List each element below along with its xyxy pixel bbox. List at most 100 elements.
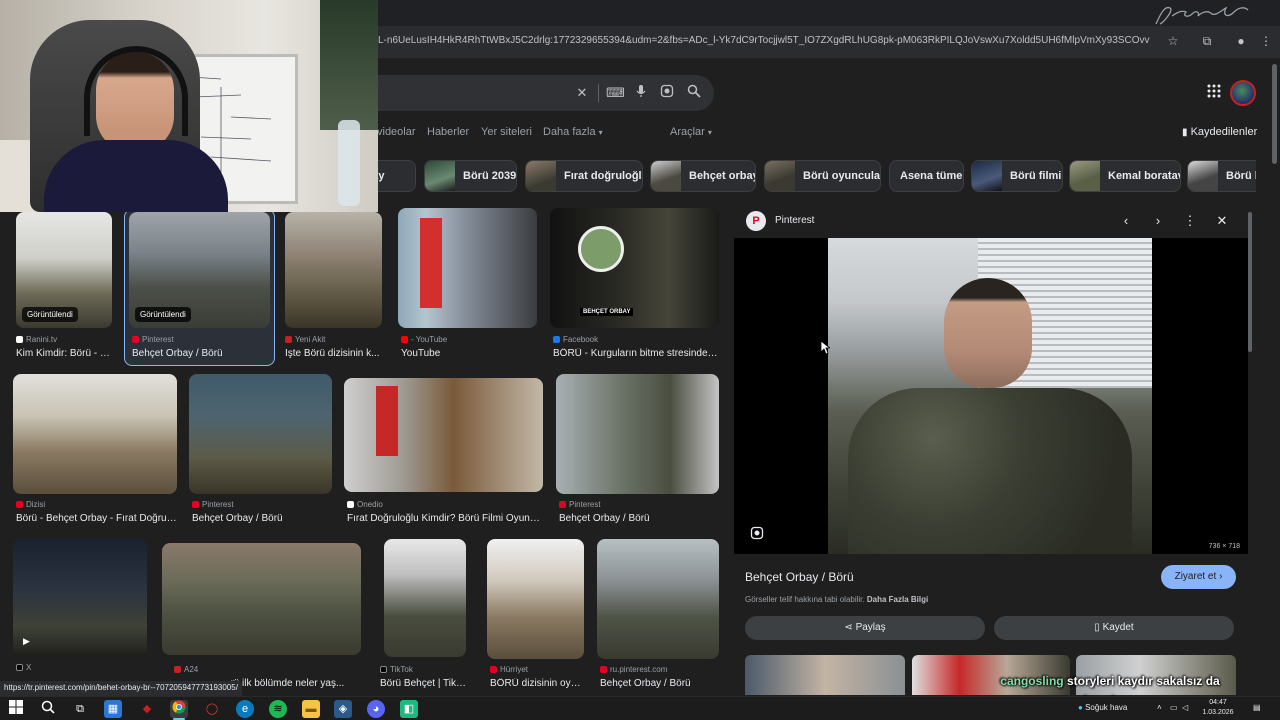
chip-kemal-boratav[interactable]: Kemal boratav — [1069, 160, 1181, 192]
account-avatar[interactable] — [1230, 80, 1256, 106]
result-title[interactable]: Behçet Orbay / Börü — [600, 678, 719, 689]
panel-scrollbar[interactable] — [1248, 212, 1252, 352]
result-title[interactable]: BÖRÜ dizisinin oyu... — [490, 678, 584, 689]
result-title[interactable]: Behçet Orbay / Börü — [132, 348, 270, 359]
result-title[interactable]: Börü Behçet | TikTok — [380, 678, 468, 689]
result-title[interactable]: BÖRÜ - Kurguların bitme stresinden... — [553, 348, 719, 359]
result-title[interactable]: Börü - Behçet Orbay - Fırat Doğrul... — [16, 513, 177, 524]
clear-icon[interactable]: ✕ — [573, 84, 591, 102]
menu-icon[interactable]: ⋮ — [1258, 33, 1274, 49]
result-card[interactable]: Onedio Fırat Doğruloğlu Kimdir? Börü Fil… — [344, 378, 543, 524]
result-title[interactable]: ...rü ilk bölümde neler yaş... — [222, 678, 361, 689]
more-info-link[interactable]: Daha Fazla Bilgi — [867, 595, 928, 604]
result-title[interactable]: İşte Börü dizisinin k... — [285, 348, 382, 359]
task-view-icon[interactable]: ⧉ — [71, 700, 89, 718]
weather-widget[interactable]: ● Soğuk hava — [1078, 703, 1127, 712]
share-button[interactable]: ⋖ Paylaş — [745, 616, 985, 640]
result-image[interactable] — [597, 539, 719, 659]
result-card[interactable]: ▶ X — [13, 539, 147, 674]
preview-image[interactable]: 736 × 718 — [734, 238, 1248, 554]
result-card[interactable]: Hürriyet BÖRÜ dizisinin oyu... — [487, 539, 584, 689]
page-scrollbar[interactable] — [1272, 64, 1277, 164]
result-card[interactable]: TikTok Börü Behçet | TikTok — [380, 539, 468, 689]
result-card[interactable]: Görüntülendi Pinterest Behçet Orbay / Bö… — [129, 212, 270, 364]
result-card[interactable]: ru.pinterest.com Behçet Orbay / Börü — [597, 539, 719, 689]
address-bar-url[interactable]: L-n6UeLusIH4HkR4RhTtWBxJ5C2drlg:17723296… — [378, 35, 1150, 46]
result-title[interactable]: Fırat Doğruloğlu Kimdir? Börü Filmi Oyun… — [347, 513, 543, 524]
result-card[interactable]: A24 ...rü ilk bölümde neler yaş... — [162, 543, 361, 689]
result-title[interactable]: YouTube — [401, 348, 537, 359]
preview-site-name[interactable]: Pinterest — [775, 215, 814, 226]
result-title[interactable]: Behçet Orbay / Börü — [192, 513, 332, 524]
profile-icon[interactable]: ● — [1233, 33, 1249, 49]
preview-title[interactable]: Behçet Orbay / Börü — [745, 570, 854, 584]
result-title[interactable]: Kim Kimdir: Börü - 7... — [16, 348, 112, 359]
star-icon[interactable]: ☆ — [1165, 33, 1181, 49]
result-card[interactable]: - YouTube YouTube — [398, 208, 537, 364]
result-image[interactable] — [556, 374, 719, 494]
chip-behcet-orbay[interactable]: Behçet orbay — [650, 160, 756, 192]
lens-icon[interactable] — [750, 526, 764, 540]
tray-overflow-icon[interactable]: ˄ — [1157, 703, 1162, 712]
store-icon[interactable]: ▦ — [104, 700, 122, 718]
result-title[interactable]: Behçet Orbay / Börü — [559, 513, 719, 524]
close-icon[interactable]: ✕ — [1213, 212, 1231, 230]
tab-websites[interactable]: Yer siteleri — [481, 126, 532, 138]
chip-firat-dogruloglu[interactable]: Fırat doğruloğlu — [525, 160, 643, 192]
apps-grid-icon[interactable] — [1205, 84, 1223, 102]
tab-videos[interactable]: videolar — [377, 126, 416, 138]
related-image[interactable] — [745, 655, 905, 695]
result-image[interactable] — [398, 208, 537, 328]
result-image[interactable] — [285, 212, 382, 328]
result-card[interactable]: Görüntülendi Ranini.tv Kim Kimdir: Börü … — [16, 212, 112, 364]
discord-icon[interactable]: ◕ — [367, 700, 385, 718]
opera-icon[interactable]: ◯ — [203, 700, 221, 718]
result-card[interactable]: Yeni Akit İşte Börü dizisinin k... — [285, 212, 382, 364]
app-icon[interactable]: ◧ — [400, 700, 418, 718]
more-options-icon[interactable]: ⋮ — [1181, 212, 1199, 230]
search-box[interactable]: ✕ ⌨ — [340, 75, 714, 111]
result-card[interactable]: Pinterest Behçet Orbay / Börü — [556, 374, 719, 524]
system-clock[interactable]: 04:47 1.03.2026 — [1196, 698, 1240, 718]
chip-asena-tumer[interactable]: Asena tümer — [889, 160, 964, 192]
chip-boru-2039[interactable]: Börü 2039 — [424, 160, 517, 192]
next-icon[interactable]: › — [1149, 212, 1167, 230]
file-explorer-icon[interactable]: ▬ — [302, 700, 320, 718]
microphone-icon[interactable] — [632, 84, 650, 102]
save-button[interactable]: ▯ Kaydet — [994, 616, 1234, 640]
keyboard-icon[interactable]: ⌨ — [606, 84, 625, 102]
network-icon[interactable]: ▭ — [1170, 703, 1178, 712]
saved-link[interactable]: ▮ Kaydedilenler — [1182, 126, 1257, 138]
result-image[interactable] — [189, 374, 332, 494]
extensions-icon[interactable]: ⧉ — [1199, 33, 1215, 49]
chip-boru-oyunculari[interactable]: Börü oyuncuları — [764, 160, 881, 192]
tab-news[interactable]: Haberler — [427, 126, 469, 138]
result-image[interactable] — [384, 539, 466, 657]
edge-icon[interactable]: e — [236, 700, 254, 718]
lens-icon[interactable] — [658, 84, 676, 102]
result-image[interactable]: Görüntülendi — [129, 212, 270, 328]
result-card[interactable]: Pinterest Behçet Orbay / Börü — [189, 374, 332, 524]
result-image[interactable] — [344, 378, 543, 492]
result-image[interactable]: BEHÇET ORBAY — [550, 208, 719, 328]
result-card[interactable]: Dizisi Börü - Behçet Orbay - Fırat Doğru… — [13, 374, 177, 524]
windows-start-icon[interactable] — [7, 700, 25, 718]
result-image[interactable] — [487, 539, 584, 659]
visit-button[interactable]: Ziyaret et › — [1161, 565, 1236, 589]
chrome-icon[interactable] — [170, 700, 188, 718]
app-icon[interactable]: ◈ — [334, 700, 352, 718]
previous-icon[interactable]: ‹ — [1117, 212, 1135, 230]
search-icon[interactable] — [39, 700, 57, 718]
search-icon[interactable] — [685, 84, 703, 102]
notifications-icon[interactable]: ▤ — [1253, 703, 1261, 712]
result-image[interactable]: ▶ — [13, 539, 147, 657]
tab-more[interactable]: Daha fazla ▾ — [543, 126, 603, 138]
result-card[interactable]: BEHÇET ORBAY Facebook BÖRÜ - Kurguların … — [550, 208, 719, 364]
result-image[interactable]: Görüntülendi — [16, 212, 112, 328]
app-icon[interactable]: ◆ — [138, 700, 156, 718]
chip-boru-filmi[interactable]: Börü filmi — [971, 160, 1063, 192]
spotify-icon[interactable]: ≋ — [269, 700, 287, 718]
result-image[interactable] — [13, 374, 177, 494]
result-image[interactable] — [162, 543, 361, 655]
chip-boru-k[interactable]: Börü k — [1187, 160, 1256, 192]
